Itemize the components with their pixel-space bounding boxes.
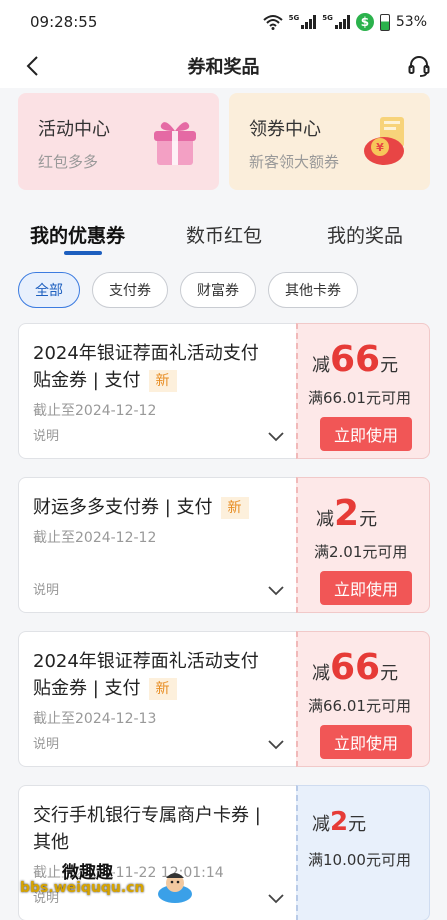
dollar-app-icon: $ bbox=[355, 13, 374, 31]
tab-digital-red-packets[interactable]: 数币红包 bbox=[186, 221, 262, 248]
coupon-expiry: 截止至2024-12-12 bbox=[33, 403, 157, 419]
coupon-title-line1: 交行手机银行专属商户卡券 | bbox=[33, 805, 261, 826]
coupon-card: 2024年银证荐面礼活动支付 贴金券 | 支付新 截止至2024-12-13 说… bbox=[18, 631, 430, 767]
chevron-down-icon[interactable] bbox=[266, 888, 286, 908]
use-now-button[interactable]: 立即使用 bbox=[320, 417, 412, 451]
headset-icon bbox=[408, 56, 430, 77]
chevron-down-icon[interactable] bbox=[266, 580, 286, 600]
coupon-card: 2024年银证荐面礼活动支付 贴金券 | 支付新 截止至2024-12-12 说… bbox=[18, 323, 430, 459]
coupon-condition: 满66.01元可用 bbox=[308, 389, 411, 407]
chip-wealth[interactable]: 财富券 bbox=[180, 272, 256, 308]
cell-signal-icon-2: 5G bbox=[322, 15, 350, 29]
gift-box-icon bbox=[154, 122, 196, 165]
coupon-condition: 满10.00元可用 bbox=[308, 851, 411, 869]
coupon-value-panel: 减66元 满66.01元可用 立即使用 bbox=[296, 631, 430, 767]
coupon-value-panel: 减2元 满2.01元可用 立即使用 bbox=[296, 477, 430, 613]
customer-service-button[interactable] bbox=[405, 52, 433, 80]
nav-bar: 券和奖品 bbox=[0, 44, 447, 88]
use-now-button[interactable]: 立即使用 bbox=[320, 725, 412, 759]
coupon-title-line2: 贴金券 | 支付 bbox=[33, 370, 141, 391]
coupon-condition: 满2.01元可用 bbox=[314, 543, 408, 561]
coupon-title-line1: 财运多多支付券 | 支付 bbox=[33, 497, 213, 518]
chip-payment[interactable]: 支付券 bbox=[92, 272, 168, 308]
coupon-title-line2: 其他 bbox=[33, 832, 69, 853]
coupon-title: 2024年银证荐面礼活动支付 贴金券 | 支付新 bbox=[33, 648, 284, 702]
back-button[interactable] bbox=[18, 52, 46, 80]
activity-center-card[interactable]: 活动中心 红包多多 bbox=[18, 93, 219, 190]
coupon-title: 财运多多支付券 | 支付新 bbox=[33, 494, 284, 521]
coupon-info: 2024年银证荐面礼活动支付 贴金券 | 支付新 截止至2024-12-13 说… bbox=[18, 631, 298, 767]
battery-icon bbox=[379, 13, 390, 31]
cell-signal-icon-1: 5G bbox=[289, 15, 317, 29]
watermark: 微趣趣 bbs.weiququ.cn bbox=[20, 858, 210, 910]
coupon-title-line1: 2024年银证荐面礼活动支付 bbox=[33, 343, 259, 364]
coupon-expiry: 截止至2024-12-13 bbox=[33, 711, 157, 727]
coupon-info: 2024年银证荐面礼活动支付 贴金券 | 支付新 截止至2024-12-12 说… bbox=[18, 323, 298, 459]
battery-percent: 53% bbox=[395, 14, 427, 30]
coupon-card: 财运多多支付券 | 支付新 截止至2024-12-12 说明 减2元 满2.01… bbox=[18, 477, 430, 613]
mascot-icon bbox=[158, 873, 192, 903]
coupon-description-link[interactable]: 说明 bbox=[33, 733, 59, 752]
coupon-info: 财运多多支付券 | 支付新 截止至2024-12-12 说明 bbox=[18, 477, 298, 613]
chip-all[interactable]: 全部 bbox=[18, 272, 80, 308]
chevron-down-icon[interactable] bbox=[266, 426, 286, 446]
page-title: 券和奖品 bbox=[187, 57, 260, 78]
chip-other-cards[interactable]: 其他卡券 bbox=[268, 272, 358, 308]
svg-text:¥: ¥ bbox=[376, 141, 384, 154]
red-envelope-icon: ¥ bbox=[364, 117, 404, 165]
watermark-url: bbs.weiququ.cn bbox=[20, 880, 145, 896]
use-now-button[interactable]: 立即使用 bbox=[320, 571, 412, 605]
tab-active-indicator bbox=[64, 251, 102, 255]
coupon-amount: 减66元 bbox=[312, 647, 399, 688]
tab-my-coupons[interactable]: 我的优惠券 bbox=[30, 221, 125, 248]
coupon-condition: 满66.01元可用 bbox=[308, 697, 411, 715]
coupon-title: 交行手机银行专属商户卡券 | 其他 bbox=[33, 802, 284, 856]
coupon-description-link[interactable]: 说明 bbox=[33, 425, 59, 444]
chevron-left-icon bbox=[26, 56, 38, 76]
status-icons: 5G 5G $ 53% bbox=[262, 13, 427, 31]
coupon-title-line2: 贴金券 | 支付 bbox=[33, 678, 141, 699]
coupon-value-panel: 减66元 满66.01元可用 立即使用 bbox=[296, 323, 430, 459]
new-badge: 新 bbox=[220, 497, 249, 519]
coupon-amount: 减66元 bbox=[312, 339, 399, 380]
status-time: 09:28:55 bbox=[30, 13, 98, 31]
status-bar: 09:28:55 5G 5G $ 53% bbox=[0, 0, 447, 44]
coupon-title-line1: 2024年银证荐面礼活动支付 bbox=[33, 651, 259, 672]
tab-my-prizes[interactable]: 我的奖品 bbox=[327, 221, 403, 248]
coupon-description-link[interactable]: 说明 bbox=[33, 579, 59, 598]
new-badge: 新 bbox=[148, 370, 177, 392]
chevron-down-icon[interactable] bbox=[266, 734, 286, 754]
coupon-amount: 减2元 bbox=[312, 807, 367, 837]
coupon-title: 2024年银证荐面礼活动支付 贴金券 | 支付新 bbox=[33, 340, 284, 394]
coupon-value-panel: 减2元 满10.00元可用 bbox=[296, 785, 430, 920]
wifi-icon bbox=[262, 15, 283, 30]
filter-chips: 全部 支付券 财富券 其他卡券 bbox=[18, 272, 358, 308]
new-badge: 新 bbox=[148, 678, 177, 700]
coupon-center-card[interactable]: 领券中心 新客领大额券 ¥ bbox=[229, 93, 430, 190]
coupon-expiry: 截止至2024-12-12 bbox=[33, 530, 157, 546]
coupon-amount: 减2元 bbox=[316, 493, 378, 534]
